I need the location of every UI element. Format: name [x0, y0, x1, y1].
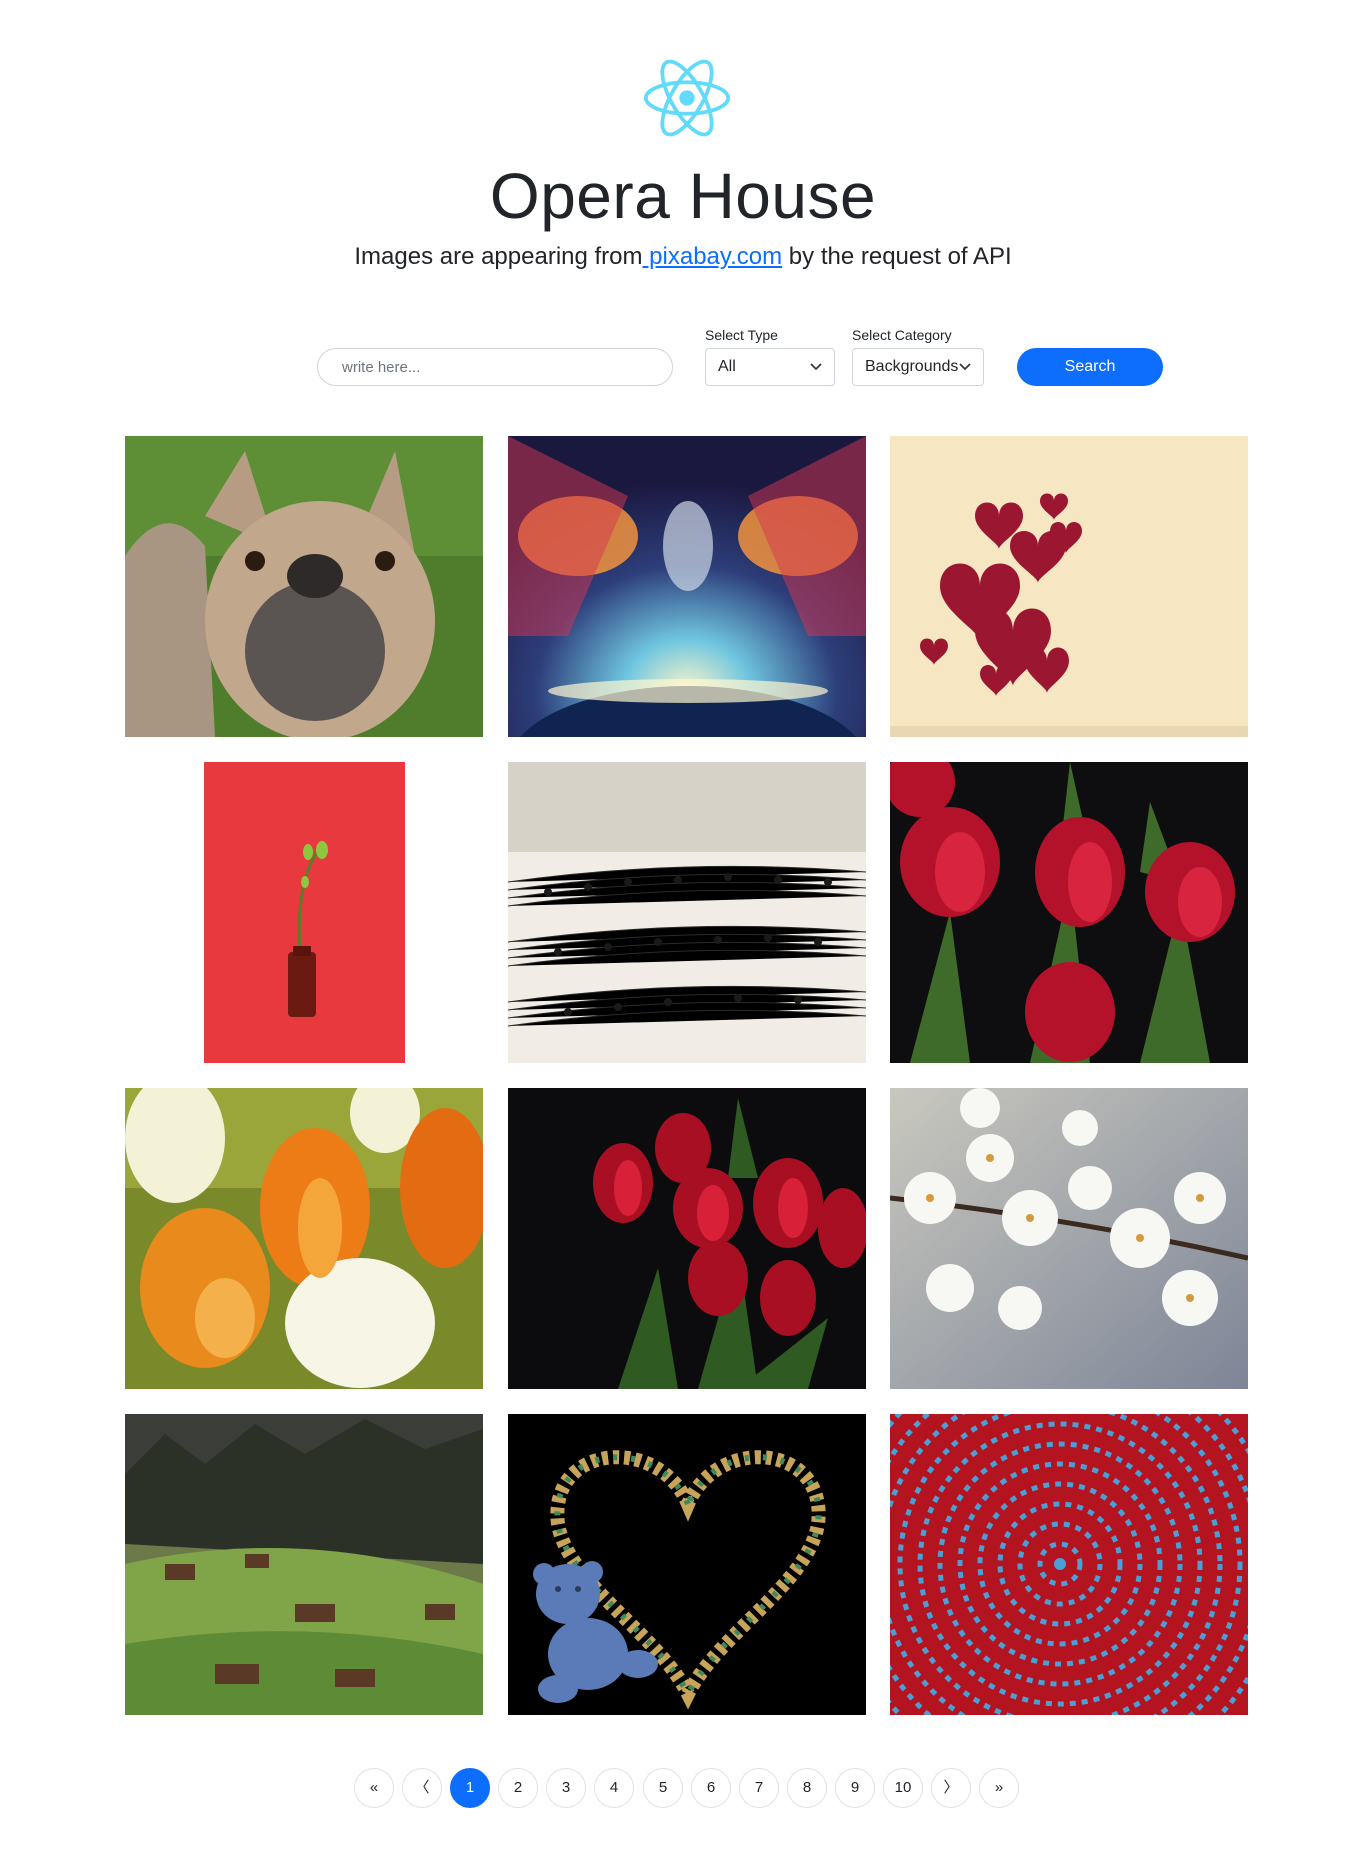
type-select[interactable]: All — [705, 348, 835, 386]
type-select-value: All — [718, 358, 736, 375]
subtitle-prefix: Images are appearing from — [354, 243, 643, 270]
image-sprout-bottle[interactable] — [125, 762, 483, 1063]
image-red-hearts[interactable] — [890, 436, 1248, 737]
pixabay-link[interactable]: pixabay.com — [643, 243, 782, 270]
pagination-page-8[interactable]: 8 — [787, 1768, 827, 1808]
image-red-tulips-bouquet[interactable] — [508, 1088, 866, 1389]
react-atom-icon — [644, 59, 730, 137]
pagination: « 〈 1 2 3 4 5 6 7 8 9 10 〉 » — [0, 1768, 1366, 1808]
category-select-value: Backgrounds — [865, 358, 959, 375]
image-spiral-pattern[interactable] — [890, 1414, 1248, 1715]
image-fantasy-space[interactable] — [508, 436, 866, 737]
pagination-page-3[interactable]: 3 — [546, 1768, 586, 1808]
image-alpine-village[interactable] — [125, 1414, 483, 1715]
pagination-page-1[interactable]: 1 — [450, 1768, 490, 1808]
page-subtitle: Images are appearing from pixabay.com by… — [0, 242, 1366, 272]
image-white-blossoms[interactable] — [890, 1088, 1248, 1389]
pagination-page-5[interactable]: 5 — [643, 1768, 683, 1808]
pagination-first[interactable]: « — [354, 1768, 394, 1808]
image-red-tulips-dark[interactable] — [890, 762, 1248, 1063]
chevron-down-icon — [810, 363, 822, 371]
pagination-last[interactable]: » — [979, 1768, 1019, 1808]
page: Opera House Images are appearing from pi… — [0, 0, 1366, 1866]
pagination-page-6[interactable]: 6 — [691, 1768, 731, 1808]
search-input[interactable] — [317, 348, 673, 386]
select-category-label: Select Category — [852, 327, 952, 343]
pagination-next[interactable]: 〉 — [931, 1768, 971, 1808]
pagination-page-10[interactable]: 10 — [883, 1768, 923, 1808]
image-orange-white-tulips[interactable] — [125, 1088, 483, 1389]
image-teddy-bear-heart[interactable] — [508, 1414, 866, 1715]
pagination-page-2[interactable]: 2 — [498, 1768, 538, 1808]
pagination-prev[interactable]: 〈 — [402, 1768, 442, 1808]
subtitle-suffix: by the request of API — [782, 243, 1012, 270]
page-title: Opera House — [489, 160, 877, 232]
chevron-down-icon — [959, 363, 971, 371]
search-button[interactable]: Search — [1017, 348, 1163, 386]
pagination-page-9[interactable]: 9 — [835, 1768, 875, 1808]
pagination-page-4[interactable]: 4 — [594, 1768, 634, 1808]
pagination-page-7[interactable]: 7 — [739, 1768, 779, 1808]
category-select[interactable]: Backgrounds — [852, 348, 984, 386]
image-french-bulldog[interactable] — [125, 436, 483, 737]
select-type-label: Select Type — [705, 327, 778, 343]
image-sheet-music[interactable] — [508, 762, 866, 1063]
